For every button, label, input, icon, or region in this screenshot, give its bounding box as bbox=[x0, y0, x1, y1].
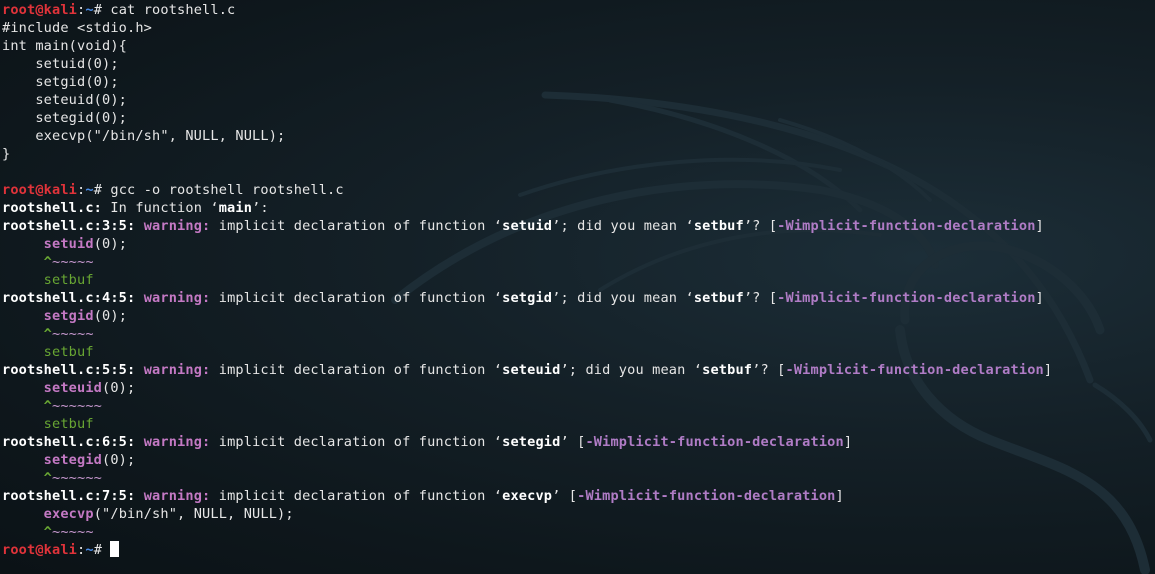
source-line: execvp("/bin/sh", NULL, NULL); bbox=[2, 128, 286, 144]
prompt-symbol: # bbox=[93, 542, 111, 558]
prompt-user-host: root@kali bbox=[2, 2, 78, 18]
prompt-symbol: # bbox=[93, 2, 111, 18]
source-line: setuid(0); bbox=[2, 56, 119, 72]
prompt-path: ~ bbox=[85, 542, 94, 558]
prompt-symbol: # bbox=[93, 182, 111, 198]
command-text: cat rootshell.c bbox=[110, 2, 236, 18]
code-snippet: seteuid(0); bbox=[43, 380, 136, 396]
command-text: gcc -o rootshell rootshell.c bbox=[110, 182, 344, 198]
active-prompt-line[interactable]: root@kali:~# bbox=[2, 541, 1152, 559]
source-line: setgid(0); bbox=[2, 74, 119, 90]
code-snippet: setegid(0); bbox=[43, 452, 136, 468]
command-line: root@kali:~# gcc -o rootshell rootshell.… bbox=[2, 181, 1152, 199]
prompt-user-host: root@kali bbox=[2, 182, 78, 198]
warning-line: rootshell.c:4:5: warning: implicit decla… bbox=[2, 290, 1044, 306]
command-line: root@kali:~# cat rootshell.c bbox=[2, 1, 1152, 19]
warning-line: rootshell.c:3:5: warning: implicit decla… bbox=[2, 218, 1044, 234]
source-line: seteuid(0); bbox=[2, 92, 128, 108]
code-snippet: execvp("/bin/sh", NULL, NULL); bbox=[43, 506, 294, 522]
warning-line: rootshell.c:7:5: warning: implicit decla… bbox=[2, 488, 844, 504]
caret-line: ^~~~~~~ bbox=[43, 398, 103, 414]
fixit-line: setbuf bbox=[43, 344, 94, 360]
caret-line: ^~~~~~~ bbox=[43, 470, 103, 486]
prompt-path: ~ bbox=[85, 182, 94, 198]
text-cursor[interactable] bbox=[110, 541, 120, 557]
code-snippet: setgid(0); bbox=[43, 308, 128, 324]
caret-line: ^~~~~~ bbox=[43, 524, 94, 540]
compiler-note: rootshell.c: In function ‘main’: bbox=[2, 200, 269, 216]
terminal-output: root@kali:~# cat rootshell.c #include <s… bbox=[2, 1, 1152, 559]
prompt-path: ~ bbox=[85, 2, 94, 18]
source-line: #include <stdio.h> bbox=[2, 20, 153, 36]
fixit-line: setbuf bbox=[43, 416, 94, 432]
caret-line: ^~~~~~ bbox=[43, 254, 94, 270]
terminal-window[interactable]: root@kali:~# cat rootshell.c #include <s… bbox=[0, 0, 1155, 574]
warning-line: rootshell.c:6:5: warning: implicit decla… bbox=[2, 434, 853, 450]
prompt-user-host: root@kali bbox=[2, 542, 78, 558]
source-line: int main(void){ bbox=[2, 38, 128, 54]
fixit-line: setbuf bbox=[43, 272, 94, 288]
code-snippet: setuid(0); bbox=[43, 236, 128, 252]
source-line: } bbox=[2, 146, 11, 162]
source-line: setegid(0); bbox=[2, 110, 128, 126]
caret-line: ^~~~~~ bbox=[43, 326, 94, 342]
warning-line: rootshell.c:5:5: warning: implicit decla… bbox=[2, 362, 1053, 378]
